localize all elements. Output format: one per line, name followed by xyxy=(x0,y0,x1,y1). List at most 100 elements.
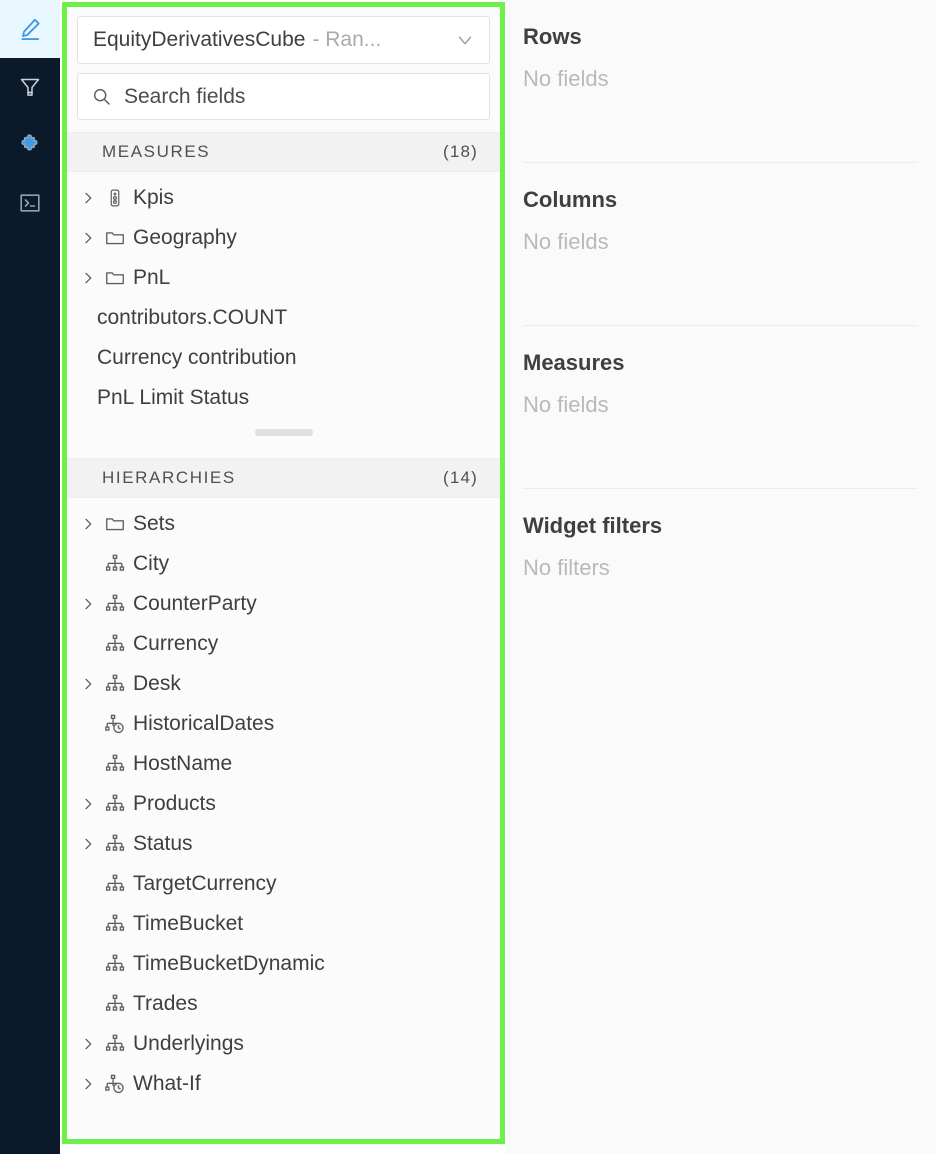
tree-item-label: Currency contribution xyxy=(97,346,297,369)
rail-item-filters[interactable] xyxy=(0,58,60,116)
tree-item-sets[interactable]: Sets xyxy=(67,504,500,544)
dropzone-title-columns: Columns xyxy=(523,187,618,212)
tree-item-trades[interactable]: Trades xyxy=(67,984,500,1024)
tree-item-label: Desk xyxy=(133,672,181,695)
folder-icon xyxy=(101,513,129,535)
tree-item-label: City xyxy=(133,552,170,575)
tree-item-label: Status xyxy=(133,832,193,855)
tree-item-currency-contribution[interactable]: Currency contribution xyxy=(67,338,500,378)
hierarchy-icon xyxy=(101,873,129,895)
tree-item-label: Underlyings xyxy=(133,1032,244,1055)
terminal-icon xyxy=(18,191,42,215)
tree-item-status[interactable]: Status xyxy=(67,824,500,864)
dropzone-empty-widget-filters: No filters xyxy=(523,555,610,580)
hierarchy-icon xyxy=(101,633,129,655)
kpi-icon xyxy=(101,188,129,208)
tree-item-label: CounterParty xyxy=(133,592,257,615)
chevron-right-icon[interactable] xyxy=(75,596,101,612)
chevron-right-icon[interactable] xyxy=(75,836,101,852)
hierarchy-icon xyxy=(101,793,129,815)
folder-icon xyxy=(101,267,129,289)
puzzle-piece-icon xyxy=(18,133,43,158)
dropzone-title-widget-filters: Widget filters xyxy=(523,513,663,538)
hierarchy-icon xyxy=(101,553,129,575)
tree-item-pnl[interactable]: PnL xyxy=(67,258,500,298)
tree-item-label: Currency xyxy=(133,632,219,655)
section-header-measures[interactable]: MEASURES (18) xyxy=(67,132,500,172)
section-resize-handle[interactable] xyxy=(67,418,500,446)
section-count-measures: (18) xyxy=(442,142,478,161)
hierarchy-icon xyxy=(101,1033,129,1055)
tree-item-label: TargetCurrency xyxy=(133,872,277,895)
tree-item-what-if[interactable]: What-If xyxy=(67,1064,500,1104)
tree-item-label: Products xyxy=(133,792,216,815)
tree-item-label: Trades xyxy=(133,992,198,1015)
hierarchy-icon xyxy=(101,993,129,1015)
chevron-right-icon[interactable] xyxy=(75,270,101,286)
hierarchy-icon xyxy=(101,673,129,695)
tree-item-historicaldates[interactable]: HistoricalDates xyxy=(67,704,500,744)
chevron-right-icon[interactable] xyxy=(75,1076,101,1092)
dropzone-empty-measures: No fields xyxy=(523,392,609,417)
tree-item-label: Sets xyxy=(133,512,176,535)
tree-item-timebucketdynamic[interactable]: TimeBucketDynamic xyxy=(67,944,500,984)
tree-item-kpis[interactable]: Kpis xyxy=(67,178,500,218)
chevron-right-icon[interactable] xyxy=(75,230,101,246)
dropzone-measures[interactable]: Measures No fields xyxy=(523,325,918,466)
tree-item-desk[interactable]: Desk xyxy=(67,664,500,704)
tree-item-label: PnL Limit Status xyxy=(97,386,250,409)
filter-funnel-icon xyxy=(18,75,42,99)
search-input-placeholder[interactable]: Search fields xyxy=(124,85,245,109)
fields-panel: EquityDerivativesCube - Ran... Search fi… xyxy=(67,7,500,1139)
dropzone-rows[interactable]: Rows No fields xyxy=(523,0,918,140)
tree-item-label: HistoricalDates xyxy=(133,712,275,735)
chevron-down-icon[interactable] xyxy=(454,29,476,51)
dropzone-empty-rows: No fields xyxy=(523,66,609,91)
dropzone-widget-filters[interactable]: Widget filters No filters xyxy=(523,488,918,629)
dropzone-title-measures: Measures xyxy=(523,350,625,375)
rail-item-console[interactable] xyxy=(0,174,60,232)
tree-item-label: HostName xyxy=(133,752,233,775)
tree-item-timebucket[interactable]: TimeBucket xyxy=(67,904,500,944)
tree-item-products[interactable]: Products xyxy=(67,784,500,824)
section-count-hierarchies: (14) xyxy=(442,468,478,487)
hierarchies-tree: Sets City CounterParty Currency Desk His… xyxy=(67,498,500,1104)
tree-item-targetcurrency[interactable]: TargetCurrency xyxy=(67,864,500,904)
section-header-hierarchies[interactable]: HIERARCHIES (14) xyxy=(67,458,500,498)
chevron-right-icon[interactable] xyxy=(75,796,101,812)
tree-item-city[interactable]: City xyxy=(67,544,500,584)
cube-selector[interactable]: EquityDerivativesCube - Ran... xyxy=(77,16,490,64)
dropzone-empty-columns: No fields xyxy=(523,229,609,254)
resize-grip[interactable] xyxy=(254,428,313,436)
hierarchy-icon xyxy=(101,913,129,935)
tree-item-label: TimeBucketDynamic xyxy=(133,952,325,975)
chevron-right-icon[interactable] xyxy=(75,676,101,692)
time-hierarchy-icon xyxy=(101,1073,129,1095)
dropzone-title-rows: Rows xyxy=(523,24,582,49)
tree-item-hostname[interactable]: HostName xyxy=(67,744,500,784)
section-title-hierarchies: HIERARCHIES xyxy=(102,468,236,487)
hierarchy-icon xyxy=(101,833,129,855)
tree-item-underlyings[interactable]: Underlyings xyxy=(67,1024,500,1064)
search-fields-box[interactable]: Search fields xyxy=(77,73,490,120)
tree-item-contributors-count[interactable]: contributors.COUNT xyxy=(67,298,500,338)
hierarchy-icon xyxy=(101,593,129,615)
rail-item-plugins[interactable] xyxy=(0,116,60,174)
chevron-right-icon[interactable] xyxy=(75,190,101,206)
cube-name: EquityDerivativesCube xyxy=(93,28,306,51)
rail-item-edit[interactable] xyxy=(0,0,60,58)
cube-suffix: - Ran... xyxy=(312,28,382,51)
tree-item-label: contributors.COUNT xyxy=(97,306,288,329)
tree-item-geography[interactable]: Geography xyxy=(67,218,500,258)
tree-item-currency[interactable]: Currency xyxy=(67,624,500,664)
dropzone-columns[interactable]: Columns No fields xyxy=(523,162,918,303)
hierarchy-icon xyxy=(101,953,129,975)
tree-item-label: Kpis xyxy=(133,186,174,209)
tree-item-pnl-limit-status[interactable]: PnL Limit Status xyxy=(67,378,500,418)
pivot-table-editor: EquityDerivativesCube - Ran... Search fi… xyxy=(0,0,936,1154)
chevron-right-icon[interactable] xyxy=(75,1036,101,1052)
tree-item-counterparty[interactable]: CounterParty xyxy=(67,584,500,624)
chevron-right-icon[interactable] xyxy=(75,516,101,532)
tree-item-label: Geography xyxy=(133,226,237,249)
folder-icon xyxy=(101,227,129,249)
